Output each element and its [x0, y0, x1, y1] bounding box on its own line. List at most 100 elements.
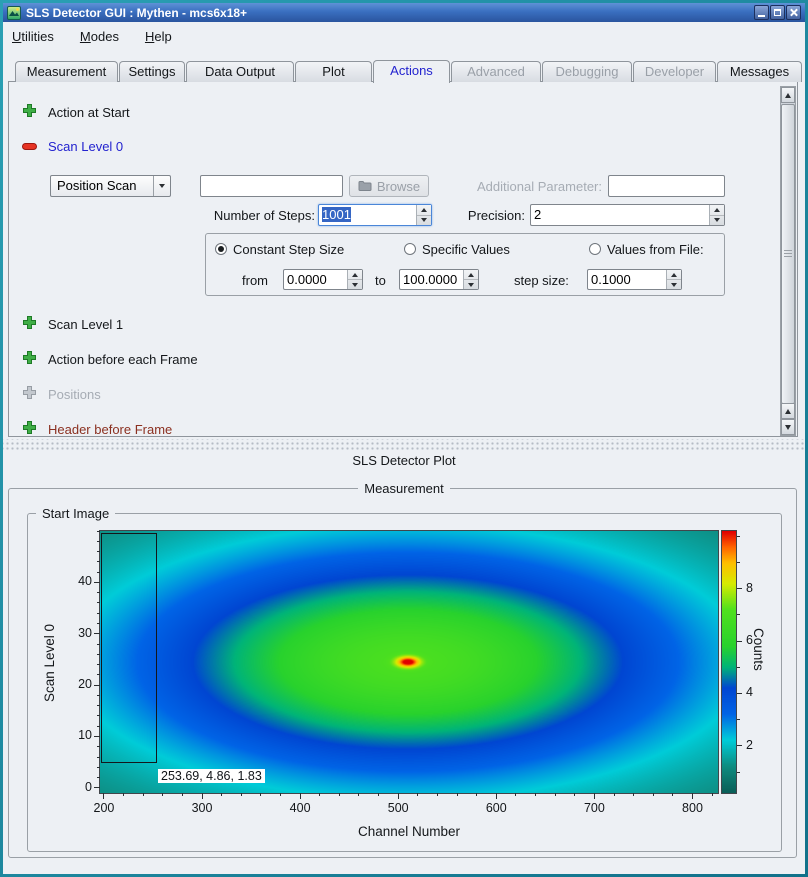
y-minor-tick	[97, 715, 100, 716]
values-from-file-label[interactable]: Values from File:	[607, 242, 704, 258]
scan-script-input[interactable]	[200, 175, 343, 197]
tab-measurement[interactable]: Measurement	[15, 61, 118, 82]
heatmap-plot[interactable]: 253.69, 4.86, 1.83 200300400500600700800…	[100, 531, 718, 793]
y-minor-tick	[97, 572, 100, 573]
scroll-down-button[interactable]	[781, 419, 795, 435]
y-minor-tick	[97, 551, 100, 552]
colorbar-minor-tick	[737, 772, 740, 773]
tab-data-output[interactable]: Data Output	[186, 61, 294, 82]
window-title: SLS Detector GUI : Mythen - mcs6x18+	[26, 6, 247, 20]
precision-spinbox[interactable]: 2	[530, 204, 725, 226]
colorbar-canvas	[722, 531, 736, 793]
colorbar-major-tick	[737, 693, 742, 694]
app-icon	[7, 6, 21, 20]
splitter-handle[interactable]	[3, 439, 805, 450]
tab-messages[interactable]: Messages	[717, 61, 802, 82]
menu-utilities[interactable]: Utilities	[8, 27, 58, 46]
number-of-steps-spinbox[interactable]: 1001	[318, 204, 432, 226]
menu-help[interactable]: Help	[141, 27, 176, 46]
values-from-file-radio[interactable]	[589, 243, 601, 255]
minimize-button[interactable]	[754, 5, 769, 20]
scroll-up-button[interactable]	[781, 87, 795, 103]
tab-plot[interactable]: Plot	[295, 61, 372, 82]
colorbar-major-tick	[737, 588, 742, 589]
x-major-tick	[300, 793, 301, 799]
y-minor-tick	[97, 654, 100, 655]
number-of-steps-label: Number of Steps:	[198, 208, 315, 224]
arrow-up-icon[interactable]	[667, 270, 681, 279]
colorbar-minor-tick	[737, 562, 740, 563]
from-spinbox[interactable]: 0.0000	[283, 269, 363, 290]
maximize-icon	[774, 9, 781, 16]
x-major-tick	[594, 793, 595, 799]
arrow-down-icon[interactable]	[464, 279, 478, 289]
y-minor-tick	[97, 541, 100, 542]
y-tick-label: 20	[56, 677, 92, 691]
plus-icon[interactable]	[22, 350, 37, 365]
specific-values-radio[interactable]	[404, 243, 416, 255]
constant-step-size-radio[interactable]	[215, 243, 227, 255]
x-minor-tick	[476, 793, 477, 796]
header-before-frame-label[interactable]: Header before Frame	[48, 422, 172, 438]
zoom-selection-rect[interactable]	[101, 533, 157, 763]
actions-scrollbar[interactable]	[780, 86, 796, 436]
y-minor-tick	[97, 623, 100, 624]
y-minor-tick	[97, 705, 100, 706]
plus-icon[interactable]	[22, 103, 37, 118]
colorbar-minor-tick	[737, 536, 740, 537]
chevron-down-icon[interactable]	[153, 176, 170, 196]
x-tick-label: 600	[476, 801, 516, 815]
grip-icon	[784, 250, 792, 258]
additional-parameter-input[interactable]	[608, 175, 725, 197]
colorbar-minor-tick	[737, 719, 740, 720]
step-size-spinbox[interactable]: 0.1000	[587, 269, 682, 290]
action-before-frame-label[interactable]: Action before each Frame	[48, 352, 198, 368]
arrow-up-icon	[785, 93, 791, 98]
arrow-down-icon[interactable]	[348, 279, 362, 289]
to-spinbox[interactable]: 100.0000	[399, 269, 479, 290]
x-tick-label: 300	[182, 801, 222, 815]
plus-icon[interactable]	[22, 420, 37, 435]
x-minor-tick	[712, 793, 713, 796]
to-label: to	[375, 273, 386, 289]
colorbar: 2468	[722, 531, 736, 793]
arrow-down-icon[interactable]	[417, 215, 431, 226]
arrow-up-icon[interactable]	[464, 270, 478, 279]
tab-settings[interactable]: Settings	[119, 61, 185, 82]
maximize-button[interactable]	[770, 5, 785, 20]
scan-mode-select[interactable]: Position Scan	[50, 175, 171, 197]
tab-debugging: Debugging	[542, 61, 632, 82]
plus-icon[interactable]	[22, 315, 37, 330]
arrow-up-icon[interactable]	[417, 205, 431, 215]
scan-level-0-label[interactable]: Scan Level 0	[48, 139, 123, 155]
arrow-up-icon[interactable]	[710, 205, 724, 215]
y-minor-tick	[97, 746, 100, 747]
arrow-up-icon[interactable]	[348, 270, 362, 279]
x-minor-tick	[672, 793, 673, 796]
titlebar[interactable]: SLS Detector GUI : Mythen - mcs6x18+	[3, 3, 805, 22]
heatmap-canvas[interactable]	[100, 531, 718, 793]
scroll-up-button-bottom[interactable]	[781, 403, 795, 419]
action-at-start-label[interactable]: Action at Start	[48, 105, 130, 121]
close-icon	[789, 8, 798, 17]
y-tick-label: 30	[56, 626, 92, 640]
x-minor-tick	[358, 793, 359, 796]
x-minor-tick	[574, 793, 575, 796]
y-minor-tick	[97, 644, 100, 645]
constant-step-size-label[interactable]: Constant Step Size	[233, 242, 344, 258]
menu-modes[interactable]: Modes	[76, 27, 123, 46]
colorbar-major-tick	[737, 641, 742, 642]
arrow-down-icon[interactable]	[710, 215, 724, 226]
close-button[interactable]	[786, 5, 801, 20]
minus-icon[interactable]	[22, 139, 37, 154]
tab-actions[interactable]: Actions	[373, 60, 450, 83]
x-major-tick	[398, 793, 399, 799]
arrow-down-icon	[785, 425, 791, 430]
arrow-down-icon[interactable]	[667, 279, 681, 289]
scrollbar-thumb[interactable]	[781, 104, 795, 404]
y-major-tick	[94, 736, 100, 737]
scan-level-1-label[interactable]: Scan Level 1	[48, 317, 123, 333]
colorbar-tick-label: 8	[746, 581, 768, 595]
specific-values-label[interactable]: Specific Values	[422, 242, 510, 258]
x-minor-tick	[614, 793, 615, 796]
